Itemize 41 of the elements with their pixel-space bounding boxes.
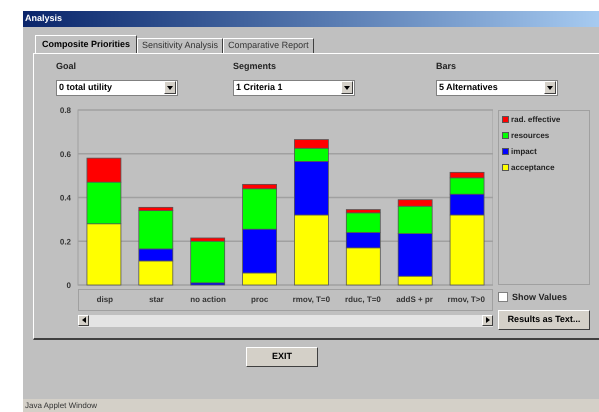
tab[interactable]: Comparative Report <box>223 38 314 53</box>
category-label: addS + pr <box>396 294 433 306</box>
category-label: proc <box>251 294 268 306</box>
scroll-right-button[interactable] <box>482 314 493 326</box>
dropdown-arrow-icon <box>547 86 553 90</box>
tab[interactable]: Sensitivity Analysis <box>137 38 224 53</box>
legend-label: rad. effective <box>511 114 560 126</box>
dropdown[interactable]: 0 total utility <box>56 80 178 96</box>
dropdown-arrow-icon <box>167 86 173 90</box>
y-tick-label: 0.2 <box>60 236 71 246</box>
selector-label: Bars <box>436 60 458 73</box>
category-label: star <box>149 294 164 306</box>
y-tick-label: 0 <box>66 280 71 288</box>
category-label: rmov, T>0 <box>447 294 485 306</box>
dropdown[interactable]: 1 Criteria 1 <box>233 80 355 96</box>
dropdown[interactable]: 5 Alternatives <box>436 80 558 96</box>
window-title: Analysis <box>25 12 62 26</box>
horizontal-scrollbar[interactable] <box>78 314 493 326</box>
category-label: no action <box>190 294 226 306</box>
y-tick-label: 0.8 <box>60 106 71 114</box>
checkbox[interactable] <box>498 292 508 302</box>
category-label: rduc, T=0 <box>345 294 381 306</box>
left-arrow-icon <box>82 317 86 323</box>
exit-button[interactable]: EXIT <box>246 347 318 367</box>
checkbox-label: Show Values <box>512 290 568 304</box>
legend-label: acceptance <box>511 162 555 174</box>
scroll-left-button[interactable] <box>78 314 89 326</box>
dropdown-arrow-icon <box>344 86 350 90</box>
results-button[interactable]: Results as Text... <box>498 310 590 330</box>
selector-label: Goal <box>56 60 78 73</box>
status-text: Java Applet Window <box>25 400 98 412</box>
bar-segment <box>294 214 329 285</box>
y-tick-label: 0.4 <box>60 193 71 202</box>
tab[interactable]: Composite Priorities <box>35 35 138 53</box>
right-arrow-icon <box>486 317 490 323</box>
category-label: rmov, T=0 <box>292 294 330 306</box>
selector-label: Segments <box>233 60 278 73</box>
legend-label: resources <box>511 130 550 142</box>
y-tick-label: 0.6 <box>60 149 71 158</box>
category-label: disp <box>96 294 114 306</box>
legend-label: impact <box>511 146 537 158</box>
